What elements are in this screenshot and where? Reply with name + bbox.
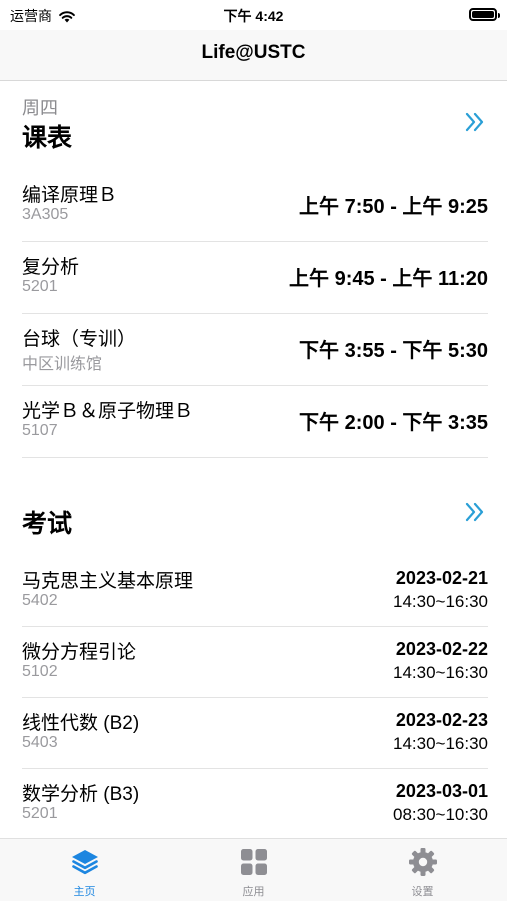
schedule-section: 周四 课表 编译原理Ｂ 3A305 上午 7:50 - 上午 9:25 复分析 … [0, 80, 507, 458]
course-time: 上午 7:50 - 上午 9:25 [299, 196, 488, 218]
course-name: 光学Ｂ＆原子物理Ｂ [22, 401, 194, 422]
gear-icon [409, 848, 437, 876]
app-title: Life@USTC [201, 42, 306, 63]
course-name: 复分析 [22, 257, 80, 278]
tab-settings[interactable]: 设置 [338, 839, 507, 901]
exams-more-chevron-icon[interactable] [463, 500, 487, 524]
exam-row[interactable]: 数学分析 (B3) 5201 2023-03-01 08:30~10:30 [22, 769, 488, 838]
exam-row[interactable]: 微分方程引论 5102 2023-02-22 14:30~16:30 [22, 627, 488, 698]
course-name: 台球（专训） [22, 329, 137, 350]
exam-date: 2023-02-23 [395, 710, 488, 730]
course-room: 5107 [22, 422, 58, 439]
navigation-bar: Life@USTC [0, 30, 507, 81]
tab-bar: 主页 应用 设置 [0, 838, 507, 901]
status-time: 下午 4:42 [223, 8, 284, 24]
exam-row[interactable]: 马克思主义基本原理 5402 2023-02-21 14:30~16:30 [22, 556, 488, 627]
tab-settings-label: 设置 [411, 886, 434, 898]
exam-row[interactable]: 线性代数 (B2) 5403 2023-02-23 14:30~16:30 [22, 698, 488, 769]
exam-date: 2023-02-21 [395, 568, 488, 588]
schedule-more-chevron-icon[interactable] [463, 110, 487, 134]
course-row[interactable]: 光学Ｂ＆原子物理Ｂ 5107 下午 2:00 - 下午 3:35 [22, 386, 488, 458]
tab-home-label: 主页 [73, 886, 96, 898]
exam-name: 微分方程引论 [22, 642, 137, 663]
course-name: 编译原理Ｂ [22, 185, 118, 206]
battery-icon [469, 8, 500, 21]
exam-name: 数学分析 (B3) [22, 784, 140, 805]
course-row[interactable]: 复分析 5201 上午 9:45 - 上午 11:20 [22, 242, 488, 314]
schedule-title: 课表 [22, 124, 73, 152]
exam-room: 5102 [22, 663, 58, 680]
course-time: 下午 2:00 - 下午 3:35 [299, 412, 488, 434]
exam-time: 08:30~10:30 [392, 805, 488, 824]
exams-title: 考试 [22, 510, 73, 538]
exam-name: 马克思主义基本原理 [22, 571, 194, 592]
tab-apps[interactable]: 应用 [169, 839, 338, 901]
exams-section: 考试 马克思主义基本原理 5402 2023-02-21 14:30~16:30… [0, 480, 507, 838]
exam-time: 14:30~16:30 [392, 663, 488, 682]
home-content[interactable]: 周四 课表 编译原理Ｂ 3A305 上午 7:50 - 上午 9:25 复分析 … [0, 80, 507, 838]
course-room: 3A305 [22, 206, 69, 223]
exam-room: 5201 [22, 805, 58, 822]
status-bar: 运营商 下午 4:42 [0, 0, 507, 30]
course-row[interactable]: 编译原理Ｂ 3A305 上午 7:50 - 上午 9:25 [22, 170, 488, 242]
course-room: 中区训练馆 [22, 356, 103, 373]
exam-room: 5403 [22, 734, 58, 751]
exam-time: 14:30~16:30 [392, 734, 488, 753]
exam-time: 14:30~16:30 [392, 592, 488, 611]
tab-home[interactable]: 主页 [0, 839, 169, 901]
exam-name: 线性代数 (B2) [22, 713, 140, 734]
course-room: 5201 [22, 278, 58, 295]
grid-icon [241, 849, 267, 875]
exam-date: 2023-03-01 [395, 781, 488, 801]
stack-icon [72, 850, 98, 875]
course-time: 下午 3:55 - 下午 5:30 [299, 340, 488, 362]
exam-room: 5402 [22, 592, 58, 609]
course-time: 上午 9:45 - 上午 11:20 [289, 268, 488, 290]
weekday-label: 周四 [22, 98, 58, 118]
course-row[interactable]: 台球（专训） 中区训练馆 下午 3:55 - 下午 5:30 [22, 314, 488, 386]
exam-date: 2023-02-22 [395, 639, 488, 659]
tab-apps-label: 应用 [242, 886, 265, 898]
